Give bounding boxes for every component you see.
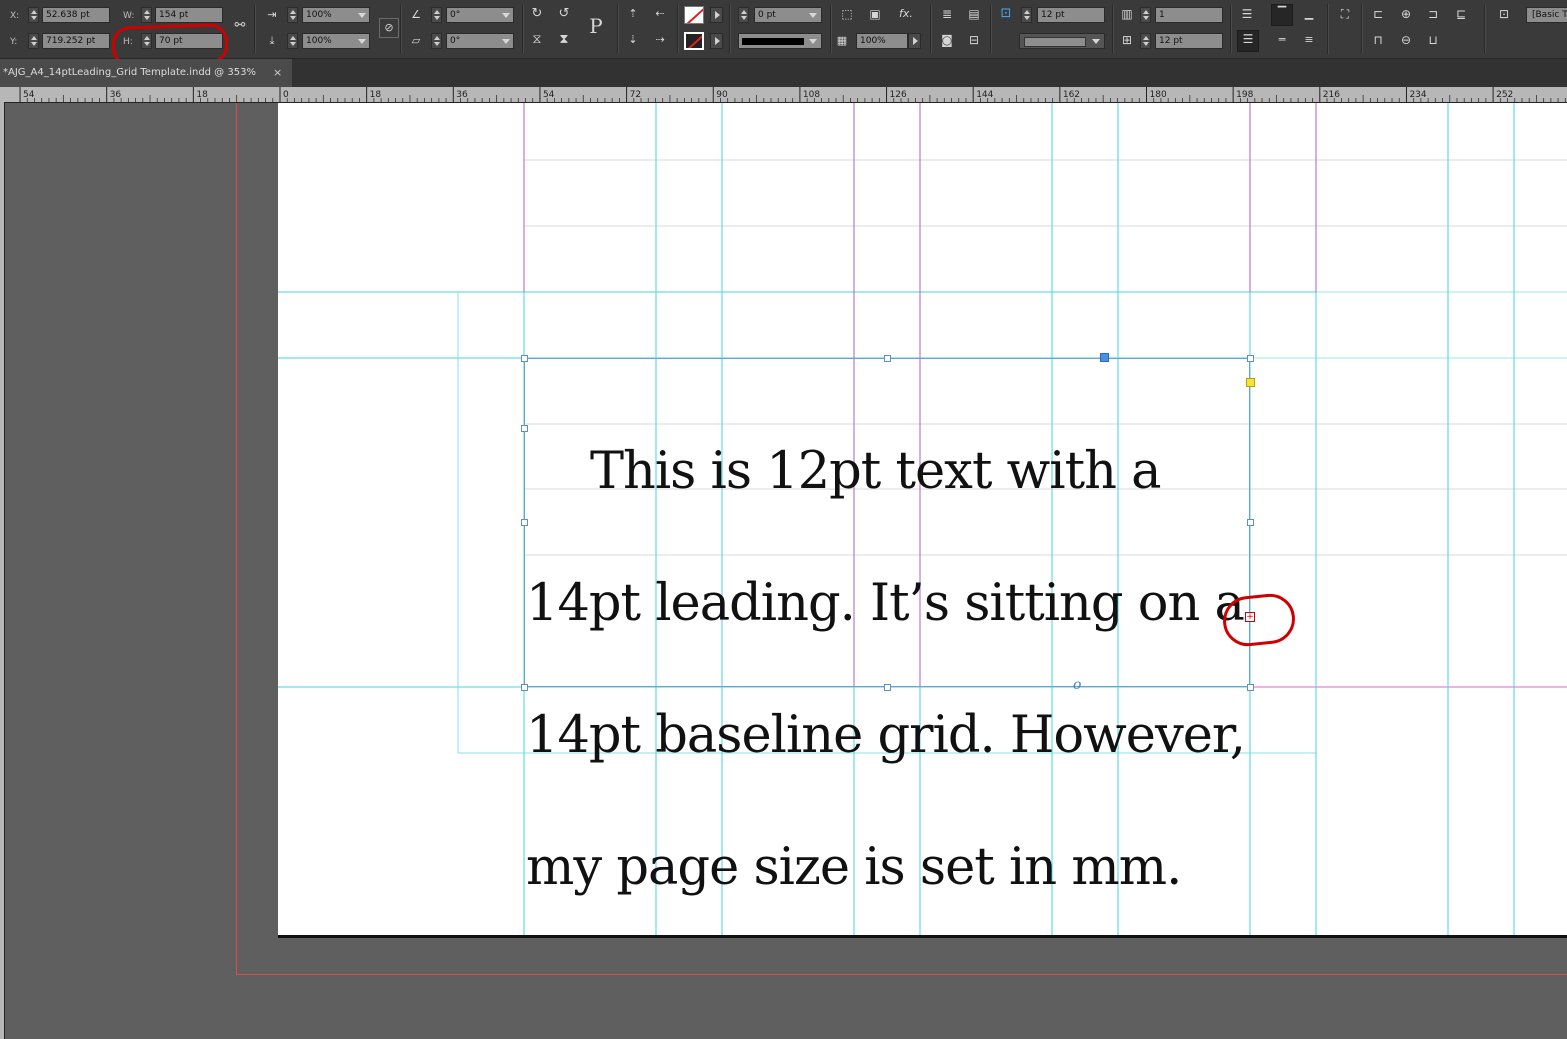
story-line: my page size is set in mm.: [526, 838, 1182, 897]
story-line: 14pt baseline grid. However,: [526, 706, 1246, 765]
baseline-marker-icon: o: [1073, 677, 1082, 693]
story-line: 14pt leading. It’s sitting on a: [526, 574, 1245, 633]
story-text[interactable]: This is 12pt text with a 14pt leading. I…: [526, 373, 1256, 967]
resize-handle[interactable]: [521, 355, 528, 362]
resize-handle[interactable]: [884, 355, 891, 362]
story-line: This is 12pt text with a: [590, 442, 1162, 501]
in-port-icon[interactable]: [1100, 353, 1109, 362]
resize-handle[interactable]: [1247, 355, 1254, 362]
